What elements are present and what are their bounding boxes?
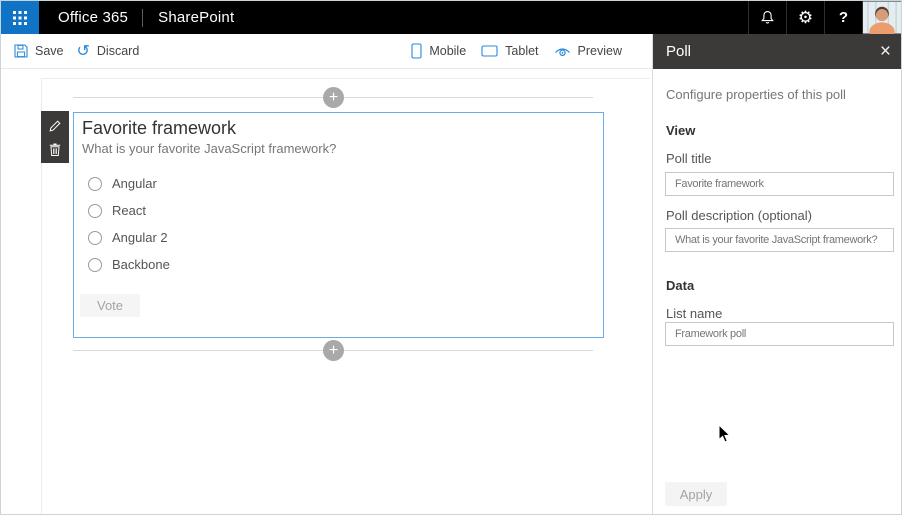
panel-body: Configure properties of this poll View P… bbox=[653, 69, 901, 514]
tablet-outline-icon bbox=[481, 45, 498, 57]
notifications-button[interactable] bbox=[748, 1, 786, 34]
mobile-preview-button[interactable]: Mobile bbox=[411, 43, 466, 59]
trash-icon bbox=[49, 143, 61, 156]
poll-option-row[interactable]: React bbox=[88, 197, 170, 224]
poll-webpart[interactable]: Favorite framework What is your favorite… bbox=[73, 112, 604, 338]
preview-label: Preview bbox=[577, 44, 622, 58]
tablet-preview-button[interactable]: Tablet bbox=[481, 44, 539, 58]
plus-circle-icon: + bbox=[328, 88, 339, 106]
poll-description-label: Poll description (optional) bbox=[666, 208, 812, 223]
poll-options: Angular React Angular 2 Backbone bbox=[88, 170, 170, 278]
poll-option-row[interactable]: Angular bbox=[88, 170, 170, 197]
gear-icon: ⚙ bbox=[797, 8, 814, 27]
discard-button[interactable]: ↺ Discard bbox=[77, 43, 140, 59]
radio-button-icon[interactable] bbox=[88, 176, 102, 191]
sharepoint-page-editor: Office 365 SharePoint ⚙ ? Save ↺ Discard… bbox=[0, 0, 902, 515]
poll-option-label: Backbone bbox=[112, 257, 170, 272]
data-section-heading: Data bbox=[666, 278, 695, 293]
account-avatar[interactable] bbox=[862, 1, 901, 34]
view-section-heading: View bbox=[666, 123, 696, 138]
command-bar-right: Mobile Tablet Preview bbox=[411, 43, 622, 59]
question-mark-icon: ? bbox=[838, 9, 849, 26]
suite-bar: Office 365 SharePoint ⚙ ? bbox=[1, 1, 901, 34]
bell-icon bbox=[761, 11, 774, 24]
panel-subtitle: Configure properties of this poll bbox=[666, 87, 846, 102]
poll-title-label: Poll title bbox=[666, 151, 712, 166]
poll-description-input[interactable] bbox=[665, 228, 894, 252]
help-button[interactable]: ? bbox=[824, 1, 862, 34]
add-webpart-button-bottom[interactable]: + bbox=[323, 340, 344, 361]
radio-button-icon[interactable] bbox=[88, 203, 102, 218]
x-icon: × bbox=[879, 41, 891, 62]
pencil-icon bbox=[49, 119, 61, 131]
suite-bar-actions: ⚙ ? bbox=[748, 1, 901, 34]
poll-option-label: React bbox=[112, 203, 146, 218]
phone-outline-icon bbox=[411, 43, 422, 59]
product-sharepoint[interactable]: SharePoint bbox=[158, 9, 234, 26]
discard-label: Discard bbox=[96, 44, 140, 58]
radio-button-icon[interactable] bbox=[88, 257, 102, 272]
close-panel-button[interactable]: × bbox=[880, 42, 891, 61]
vote-button[interactable]: Vote bbox=[80, 294, 140, 317]
eye-icon bbox=[554, 48, 570, 57]
command-bar: Save ↺ Discard Mobile Tablet Preview bbox=[1, 34, 652, 69]
list-name-input[interactable] bbox=[665, 322, 894, 346]
poll-title: Favorite framework bbox=[82, 118, 237, 138]
poll-description: What is your favorite JavaScript framewo… bbox=[82, 141, 337, 156]
settings-button[interactable]: ⚙ bbox=[786, 1, 824, 34]
radio-button-icon[interactable] bbox=[88, 230, 102, 245]
save-button[interactable]: Save bbox=[14, 44, 64, 58]
apply-button[interactable]: Apply bbox=[665, 482, 727, 506]
webpart-edit-toolbar bbox=[41, 111, 69, 163]
panel-title: Poll bbox=[666, 43, 692, 60]
plus-circle-icon: + bbox=[328, 341, 339, 359]
command-bar-left: Save ↺ Discard bbox=[1, 43, 139, 59]
tablet-label: Tablet bbox=[505, 44, 539, 58]
undo-arrow-icon: ↺ bbox=[76, 41, 90, 60]
poll-property-panel: Poll × Configure properties of this poll… bbox=[652, 34, 901, 514]
edit-webpart-button[interactable] bbox=[45, 115, 65, 135]
preview-button[interactable]: Preview bbox=[554, 44, 622, 58]
waffle-grid-icon bbox=[13, 10, 27, 25]
avatar-photo bbox=[863, 1, 901, 34]
page-canvas: + Favorite framework What is your favori… bbox=[1, 69, 652, 514]
poll-option-row[interactable]: Angular 2 bbox=[88, 224, 170, 251]
brand-office365[interactable]: Office 365 bbox=[58, 9, 128, 26]
suite-bar-divider bbox=[142, 8, 144, 27]
mobile-label: Mobile bbox=[429, 44, 467, 58]
list-name-label: List name bbox=[666, 306, 723, 321]
poll-title-input[interactable] bbox=[665, 172, 894, 196]
poll-option-label: Angular 2 bbox=[112, 230, 168, 245]
add-webpart-button-top[interactable]: + bbox=[323, 87, 344, 108]
app-launcher-button[interactable] bbox=[1, 1, 39, 34]
delete-webpart-button[interactable] bbox=[45, 139, 65, 159]
poll-option-label: Angular bbox=[112, 176, 157, 191]
panel-header: Poll × bbox=[653, 34, 901, 69]
poll-option-row[interactable]: Backbone bbox=[88, 251, 170, 278]
save-label: Save bbox=[35, 44, 64, 58]
floppy-disk-icon bbox=[14, 44, 28, 58]
